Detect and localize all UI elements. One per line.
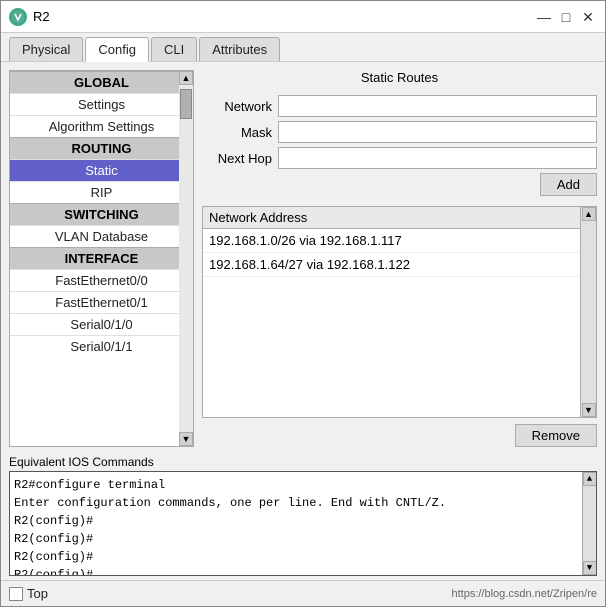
- sidebar-scrollbar: ▲ ▼: [179, 71, 193, 446]
- ios-line-5: R2(config)#: [14, 548, 592, 566]
- tab-cli[interactable]: CLI: [151, 37, 197, 61]
- left-panel: GLOBAL Settings Algorithm Settings ROUTI…: [9, 70, 194, 447]
- ios-scrollbar: ▲ ▼: [582, 472, 596, 575]
- main-window: R2 — □ ✕ Physical Config CLI Attributes …: [0, 0, 606, 607]
- network-address-table: Network Address 192.168.1.0/26 via 192.1…: [202, 206, 597, 418]
- scroll-down-arrow[interactable]: ▼: [179, 432, 193, 446]
- table-scrollbar: ▲ ▼: [580, 207, 596, 417]
- mask-label: Mask: [202, 125, 272, 140]
- nav-item-fastethernet00[interactable]: FastEthernet0/0: [10, 269, 193, 291]
- mask-input[interactable]: [278, 121, 597, 143]
- top-label: Top: [27, 586, 48, 601]
- nav-header-switching: SWITCHING: [10, 203, 193, 225]
- nav-item-algorithm-settings[interactable]: Algorithm Settings: [10, 115, 193, 137]
- ios-line-2: Enter configuration commands, one per li…: [14, 494, 592, 512]
- table-scroll-up[interactable]: ▲: [582, 207, 596, 221]
- status-url: https://blog.csdn.net/Zripen/re: [451, 588, 597, 600]
- table-scroll-down[interactable]: ▼: [582, 403, 596, 417]
- scroll-thumb: [180, 89, 192, 119]
- table-row[interactable]: 192.168.1.64/27 via 192.168.1.122: [203, 253, 596, 277]
- top-checkbox[interactable]: [9, 587, 23, 601]
- ios-commands-box[interactable]: R2#configure terminal Enter configuratio…: [9, 471, 597, 576]
- nav-item-settings[interactable]: Settings: [10, 93, 193, 115]
- nav-item-serial010[interactable]: Serial0/1/0: [10, 313, 193, 335]
- table-row[interactable]: 192.168.1.0/26 via 192.168.1.117: [203, 229, 596, 253]
- window-title: R2: [33, 9, 535, 24]
- content-area: GLOBAL Settings Algorithm Settings ROUTI…: [1, 62, 605, 455]
- network-table-header: Network Address: [203, 207, 596, 229]
- nav-item-vlan-database[interactable]: VLAN Database: [10, 225, 193, 247]
- ios-label: Equivalent IOS Commands: [9, 455, 597, 469]
- ios-section: Equivalent IOS Commands R2#configure ter…: [1, 455, 605, 580]
- tab-bar: Physical Config CLI Attributes: [1, 33, 605, 62]
- nexthop-row: Next Hop: [202, 147, 597, 169]
- minimize-button[interactable]: —: [535, 8, 553, 26]
- nav-item-serial011[interactable]: Serial0/1/1: [10, 335, 193, 357]
- ios-line-6: R2(config)#: [14, 566, 592, 576]
- nexthop-input[interactable]: [278, 147, 597, 169]
- mask-row: Mask: [202, 121, 597, 143]
- nav-item-fastethernet01[interactable]: FastEthernet0/1: [10, 291, 193, 313]
- network-label: Network: [202, 99, 272, 114]
- tab-attributes[interactable]: Attributes: [199, 37, 280, 61]
- maximize-button[interactable]: □: [557, 8, 575, 26]
- ios-scroll-up[interactable]: ▲: [583, 472, 597, 486]
- status-bar: Top https://blog.csdn.net/Zripen/re: [1, 580, 605, 606]
- network-input[interactable]: [278, 95, 597, 117]
- ios-line-4: R2(config)#: [14, 530, 592, 548]
- nav-header-interface: INTERFACE: [10, 247, 193, 269]
- scroll-up-arrow[interactable]: ▲: [179, 71, 193, 85]
- title-bar: R2 — □ ✕: [1, 1, 605, 33]
- network-row: Network: [202, 95, 597, 117]
- tab-physical[interactable]: Physical: [9, 37, 83, 61]
- remove-button[interactable]: Remove: [515, 424, 597, 447]
- close-button[interactable]: ✕: [579, 8, 597, 26]
- add-button[interactable]: Add: [540, 173, 597, 196]
- nav-item-static[interactable]: Static: [10, 159, 193, 181]
- nav-list: GLOBAL Settings Algorithm Settings ROUTI…: [10, 71, 193, 446]
- ios-line-3: R2(config)#: [14, 512, 592, 530]
- app-icon: [9, 8, 27, 26]
- right-panel: Static Routes Network Mask Next Hop Add: [202, 70, 597, 447]
- add-btn-row: Add: [202, 173, 597, 196]
- ios-scroll-down[interactable]: ▼: [583, 561, 597, 575]
- nav-header-global: GLOBAL: [10, 71, 193, 93]
- remove-btn-row: Remove: [202, 424, 597, 447]
- tab-config[interactable]: Config: [85, 37, 149, 62]
- static-routes-title: Static Routes: [202, 70, 597, 85]
- nexthop-label: Next Hop: [202, 151, 272, 166]
- ios-line-1: R2#configure terminal: [14, 476, 592, 494]
- window-controls: — □ ✕: [535, 8, 597, 26]
- nav-header-routing: ROUTING: [10, 137, 193, 159]
- static-routes-form: Network Mask Next Hop Add: [202, 95, 597, 200]
- nav-item-rip[interactable]: RIP: [10, 181, 193, 203]
